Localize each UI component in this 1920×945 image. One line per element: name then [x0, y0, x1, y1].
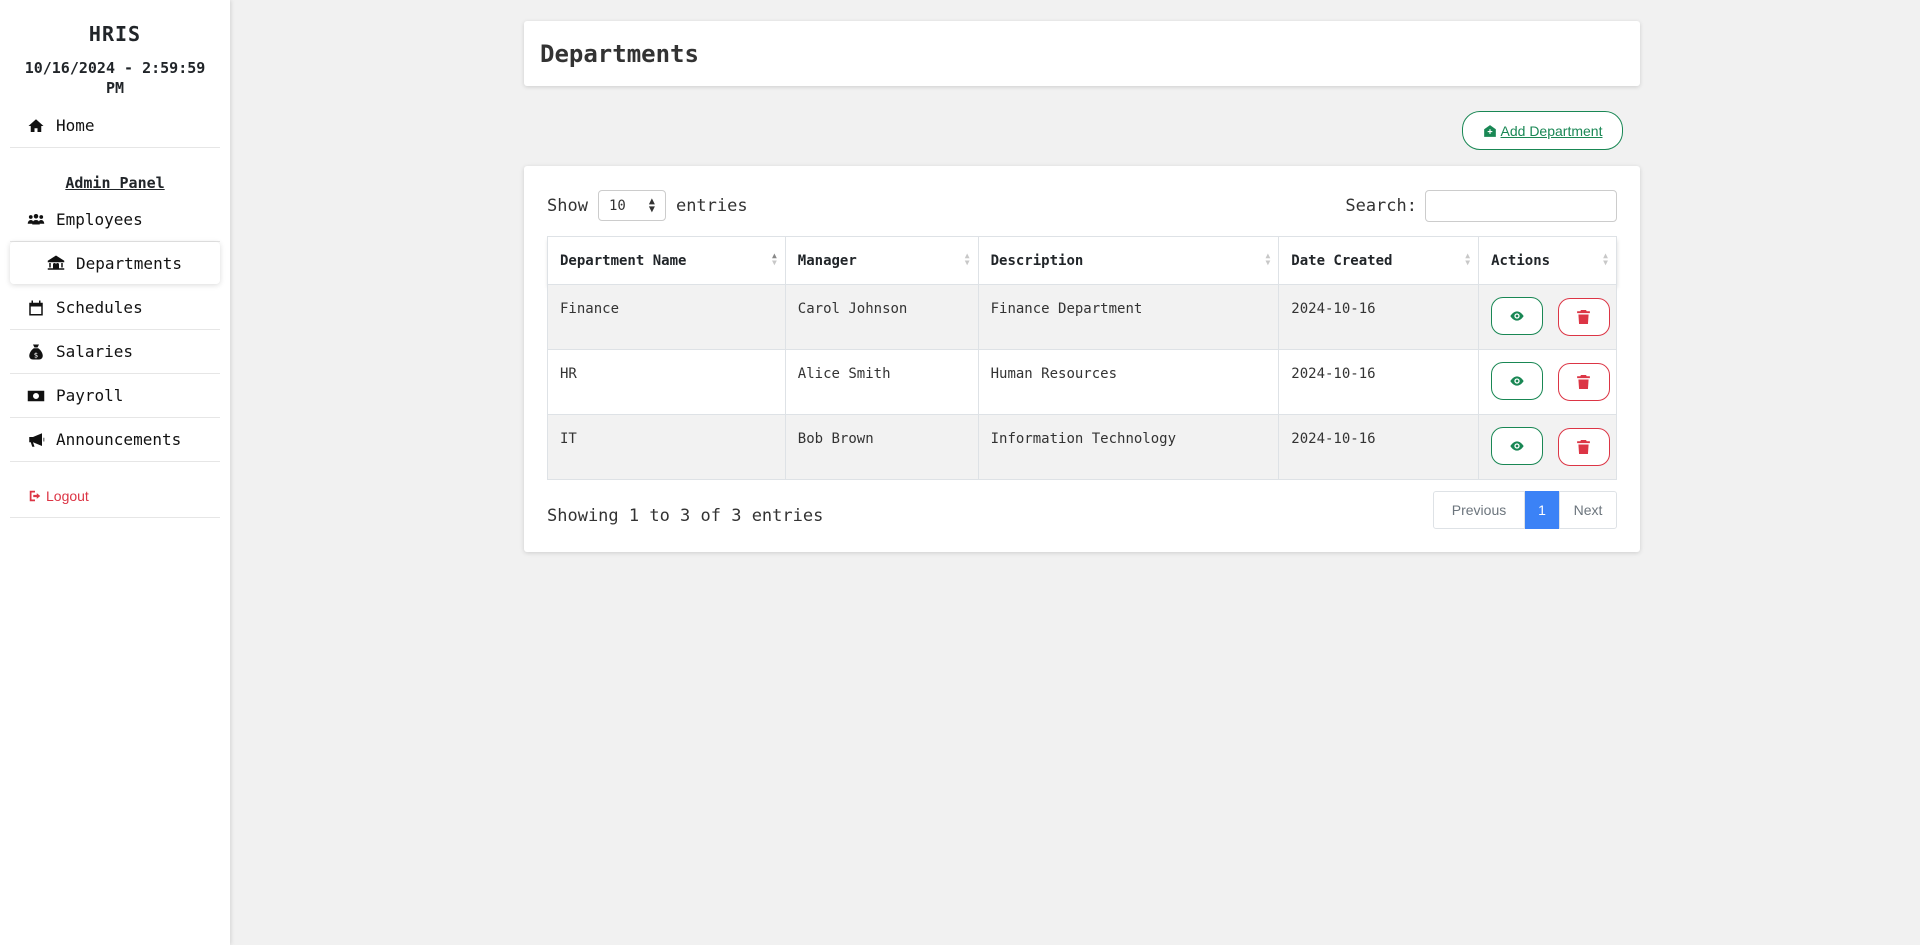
sort-asc-icon: ▲ ▼: [771, 251, 777, 267]
cell-description: Finance Department: [977, 284, 1280, 350]
sidebar-item-departments[interactable]: Departments: [10, 242, 220, 284]
sidebar-item-schedules[interactable]: Schedules: [10, 286, 220, 330]
sidebar-item-home[interactable]: Home: [10, 104, 220, 148]
building-icon: [46, 253, 66, 273]
cell-actions: [1478, 284, 1617, 350]
trash-icon: [1577, 310, 1590, 324]
column-header-label: Department Name: [560, 252, 687, 269]
column-header-label: Actions: [1491, 252, 1551, 269]
trash-icon: [1577, 440, 1590, 454]
svg-text:$: $: [34, 351, 38, 359]
logout-label: Logout: [46, 487, 89, 504]
sidebar-item-label: Schedules: [56, 298, 143, 317]
megaphone-icon: [26, 430, 46, 450]
sort-icon: ▲ ▼: [964, 251, 970, 267]
eye-icon: [1510, 441, 1524, 451]
sidebar-item-label: Payroll: [56, 386, 124, 405]
departments-table-card: Show 10 ▲ ▼ entries Search: Department Na…: [524, 166, 1640, 552]
sign-out-icon: [28, 489, 46, 503]
cell-manager: Carol Johnson: [784, 284, 979, 350]
sidebar: HRIS 10/16/2024 - 2:59:59 PM Home Admin …: [0, 0, 230, 945]
money-bag-icon: $: [26, 342, 46, 362]
admin-panel-heading: Admin Panel: [65, 174, 165, 192]
sidebar-item-salaries[interactable]: $ Salaries: [10, 330, 220, 374]
search-input[interactable]: [1425, 190, 1617, 222]
cell-actions: [1478, 349, 1617, 415]
calendar-icon: [26, 298, 46, 318]
sidebar-item-announcements[interactable]: Announcements: [10, 418, 220, 462]
sidebar-item-label: Announcements: [56, 430, 182, 449]
sidebar-item-label: Departments: [76, 253, 182, 273]
eye-icon: [1510, 311, 1524, 321]
current-datetime: 10/16/2024 - 2:59:59 PM: [24, 59, 206, 97]
table-search-control: Search:: [1345, 190, 1617, 222]
entries-select-value: 10: [608, 197, 626, 214]
logout-link[interactable]: Logout: [10, 474, 220, 518]
sort-icon: ▲ ▼: [1265, 251, 1271, 267]
view-button[interactable]: [1491, 297, 1544, 335]
cell-date-created: 2024-10-16: [1278, 284, 1480, 350]
column-header-label: Description: [990, 252, 1084, 269]
column-header-date-created[interactable]: Date Created ▲ ▼: [1278, 236, 1480, 285]
pagination-page-1[interactable]: 1: [1525, 491, 1559, 529]
table-info: Showing 1 to 3 of 3 entries: [547, 506, 824, 526]
money-bill-icon: [26, 386, 46, 406]
table-row: IT Bob Brown Information Technology 2024…: [547, 414, 1617, 480]
sidebar-item-employees[interactable]: Employees: [10, 198, 220, 242]
column-header-label: Date Created: [1291, 252, 1393, 269]
sort-icon: ▲ ▼: [1603, 251, 1608, 267]
add-department-button[interactable]: Add Department: [1462, 111, 1623, 150]
column-header-actions[interactable]: Actions ▲ ▼: [1478, 236, 1617, 285]
show-label: Show: [547, 195, 588, 216]
departments-table: Department Name ▲ ▼ Manager ▲ ▼ Descriptio…: [547, 236, 1617, 480]
delete-button[interactable]: [1557, 428, 1610, 466]
page-title: Departments: [540, 39, 699, 68]
add-department-label: Add Department: [1500, 122, 1603, 139]
cell-description: Information Technology: [977, 414, 1280, 480]
table-row: HR Alice Smith Human Resources 2024-10-1…: [547, 349, 1617, 415]
search-label: Search:: [1345, 196, 1417, 216]
entries-label: entries: [675, 195, 748, 216]
sidebar-item-label: Home: [56, 116, 95, 135]
cell-date-created: 2024-10-16: [1278, 414, 1480, 480]
pagination-next[interactable]: Next: [1559, 491, 1617, 529]
brand-title: HRIS: [88, 22, 142, 46]
trash-icon: [1577, 375, 1590, 389]
page-header: Departments: [524, 21, 1640, 86]
column-header-label: Manager: [797, 252, 857, 269]
entries-select[interactable]: 10 ▲ ▼: [597, 190, 666, 221]
column-header-description[interactable]: Description ▲ ▼: [977, 236, 1280, 285]
cell-department-name: HR: [547, 349, 786, 415]
sort-icon: ▲ ▼: [1465, 251, 1471, 267]
eye-icon: [1510, 376, 1524, 386]
entries-length-control: Show 10 ▲ ▼ entries: [547, 190, 748, 221]
sidebar-item-payroll[interactable]: Payroll: [10, 374, 220, 418]
sidebar-item-label: Employees: [56, 210, 143, 229]
cell-description: Human Resources: [977, 349, 1280, 415]
table-row: Finance Carol Johnson Finance Department…: [547, 284, 1617, 350]
sidebar-item-label: Salaries: [56, 342, 134, 361]
view-button[interactable]: [1491, 362, 1544, 400]
pagination-previous[interactable]: Previous: [1433, 491, 1525, 529]
delete-button[interactable]: [1557, 298, 1610, 336]
pagination: Previous 1 Next: [1433, 491, 1617, 529]
column-header-department-name[interactable]: Department Name ▲ ▼: [547, 236, 786, 285]
cell-manager: Alice Smith: [784, 349, 979, 415]
home-icon: [26, 116, 46, 136]
cell-actions: [1478, 414, 1617, 480]
cell-department-name: Finance: [547, 284, 786, 350]
select-arrows-icon: ▲ ▼: [648, 195, 655, 215]
cell-department-name: IT: [547, 414, 786, 480]
view-button[interactable]: [1491, 427, 1544, 465]
add-building-icon: [1483, 124, 1501, 138]
table-header-row: Department Name ▲ ▼ Manager ▲ ▼ Descriptio…: [547, 236, 1617, 285]
users-icon: [26, 210, 46, 230]
cell-date-created: 2024-10-16: [1278, 349, 1480, 415]
cell-manager: Bob Brown: [784, 414, 979, 480]
column-header-manager[interactable]: Manager ▲ ▼: [784, 236, 979, 285]
delete-button[interactable]: [1557, 363, 1610, 401]
